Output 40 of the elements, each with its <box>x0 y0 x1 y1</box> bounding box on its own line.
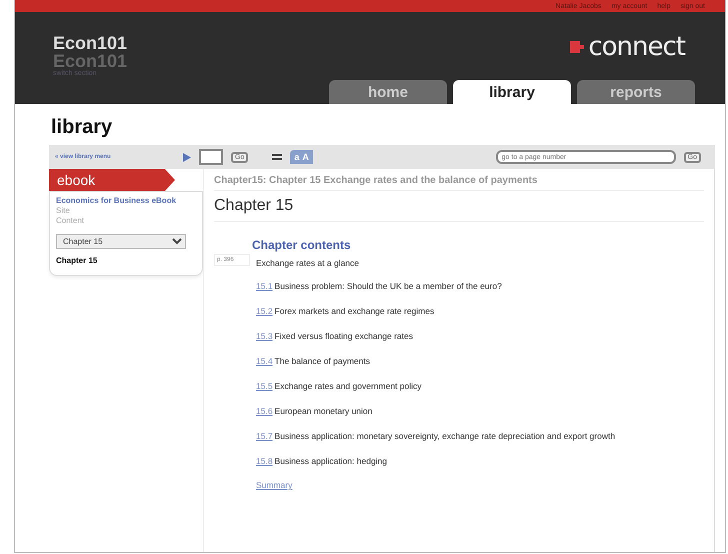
section-link[interactable]: 15.1 <box>256 280 273 293</box>
font-size-button[interactable]: a <box>294 152 300 162</box>
brand-name: connect <box>588 32 685 62</box>
page-field[interactable] <box>199 149 223 165</box>
current-chapter[interactable]: Chapter 15 <box>56 256 182 265</box>
sidebar-item[interactable]: Content <box>56 216 182 225</box>
logo-icon <box>570 40 584 54</box>
sidebar-item[interactable]: Site <box>56 206 182 215</box>
section-title: Fixed versus floating exchange rates <box>274 330 413 343</box>
summary-link[interactable]: Summary <box>256 480 616 490</box>
section-title: Business application: hedging <box>274 455 388 468</box>
nav-tab[interactable]: reports <box>577 80 695 104</box>
contents-heading: Chapter contents <box>252 238 352 252</box>
section-link[interactable]: 15.7 <box>256 430 273 443</box>
play-icon[interactable] <box>183 152 191 162</box>
breadcrumb: Chapter15: Chapter 15 Exchange rates and the balance of payments <box>214 175 704 191</box>
chapter-heading: Chapter 15 <box>214 191 704 222</box>
ebook-tab[interactable]: ebook <box>49 169 175 191</box>
section-title: Exchange rates and government policy <box>274 380 422 393</box>
section-link[interactable]: 15.2 <box>256 305 273 318</box>
page-title: library <box>51 116 114 139</box>
section-title: Business problem: Should the UK be a member of the euro? <box>274 280 502 293</box>
course-subtitle: Econ101 <box>53 52 128 70</box>
book-title[interactable]: Economics for Business eBook <box>56 196 182 205</box>
section-title: Forex markets and exchange rate regimes <box>274 305 434 318</box>
nav-tab[interactable]: home <box>329 80 447 104</box>
lines-icon[interactable] <box>272 153 282 161</box>
course-title: Econ101 <box>53 34 128 52</box>
font-size-button[interactable]: A <box>302 152 309 162</box>
nav-tab[interactable]: library <box>453 80 571 104</box>
section-title: European monetary union <box>274 405 372 418</box>
section-link[interactable]: 15.3 <box>256 330 273 343</box>
intro-text: Exchange rates at a glance <box>256 258 360 268</box>
section-link[interactable]: 15.4 <box>256 355 273 368</box>
section-title: The balance of payments <box>274 355 370 368</box>
section-link[interactable]: 15.8 <box>256 455 273 468</box>
chapter-select[interactable]: Chapter 15 <box>56 234 186 249</box>
section-link[interactable]: 15.5 <box>256 380 273 393</box>
section-link[interactable]: 15.6 <box>256 405 273 418</box>
section-title: Business application: monetary sovereignty, exchange rate depreciation and export growth <box>274 430 616 443</box>
